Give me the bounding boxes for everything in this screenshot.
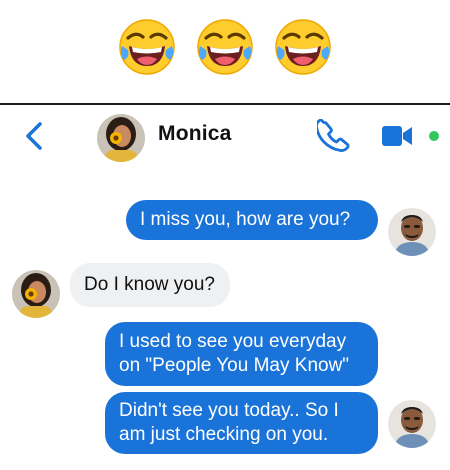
message-bubble-incoming[interactable]: Do I know you? <box>70 263 230 307</box>
sender-avatar[interactable] <box>388 208 436 256</box>
contact-avatar[interactable] <box>97 114 145 162</box>
sender-avatar[interactable] <box>388 400 436 448</box>
chevron-left-icon[interactable] <box>22 121 46 151</box>
message-text: I used to see you everyday on "People Yo… <box>119 331 350 376</box>
online-status-dot <box>429 131 439 141</box>
contact-avatar[interactable] <box>12 270 60 318</box>
message-text: Didn't see you today.. So I am just chec… <box>119 400 339 445</box>
contact-name: Monica <box>158 122 232 145</box>
message-bubble-outgoing[interactable]: Didn't see you today.. So I am just chec… <box>105 392 378 454</box>
phone-icon[interactable] <box>315 118 351 153</box>
message-text: Do I know you? <box>84 274 215 295</box>
message-bubble-outgoing[interactable]: I miss you, how are you? <box>126 200 378 240</box>
video-camera-icon[interactable] <box>382 122 412 150</box>
chat-header: Monica <box>0 105 450 167</box>
laughing-emoji-icon <box>274 18 332 76</box>
message-text: I miss you, how are you? <box>140 209 351 230</box>
laughing-emoji-icon <box>118 18 176 76</box>
message-bubble-outgoing[interactable]: I used to see you everyday on "People Yo… <box>105 322 378 386</box>
emoji-strip <box>0 0 450 103</box>
laughing-emoji-icon <box>196 18 254 76</box>
